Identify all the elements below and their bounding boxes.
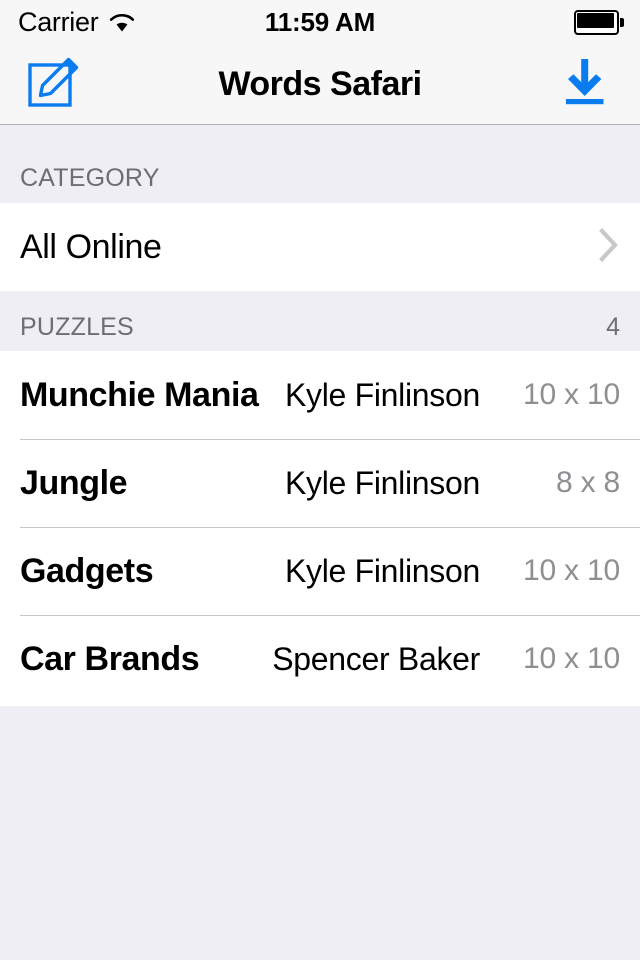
section-header-category: CATEGORY — [0, 125, 640, 203]
status-bar-time: 11:59 AM — [264, 6, 376, 37]
puzzle-author: Kyle Finlinson — [284, 376, 480, 413]
section-header-puzzles: PUZZLES 4 — [0, 291, 640, 351]
navigation-bar: Words Safari — [0, 44, 640, 125]
puzzle-title: Car Brands — [20, 639, 200, 678]
table-row[interactable]: Jungle Kyle Finlinson 8 x 8 — [0, 439, 640, 527]
puzzle-title: Gadgets — [20, 551, 154, 590]
section-header-title: PUZZLES — [20, 313, 134, 341]
puzzle-size: 10 x 10 — [522, 378, 620, 411]
empty-area — [0, 706, 640, 960]
section-header-title: CATEGORY — [20, 164, 160, 192]
puzzle-author: Kyle Finlinson — [284, 464, 480, 501]
puzzle-title: Munchie Mania — [20, 375, 259, 414]
puzzle-size: 8 x 8 — [555, 466, 620, 499]
puzzle-author: Kyle Finlinson — [284, 552, 480, 589]
download-icon — [556, 53, 614, 116]
table-row[interactable]: Gadgets Kyle Finlinson 10 x 10 — [0, 527, 640, 615]
puzzle-title: Jungle — [20, 463, 128, 502]
category-cell-group: All Online — [0, 203, 640, 291]
category-row-label: All Online — [20, 227, 162, 266]
puzzle-size: 10 x 10 — [522, 554, 620, 587]
app-screen: Carrier 11:59 AM Words Safari CATEGORY A… — [0, 0, 640, 960]
puzzle-author: Spencer Baker — [272, 640, 480, 677]
puzzles-cell-group: Munchie Mania Kyle Finlinson 10 x 10 Jun… — [0, 351, 640, 706]
battery-full-icon — [574, 9, 624, 35]
status-bar-right — [574, 0, 624, 44]
table-row[interactable]: Car Brands Spencer Baker 10 x 10 — [0, 615, 640, 703]
status-bar: Carrier 11:59 AM — [0, 0, 640, 44]
table-row[interactable]: Munchie Mania Kyle Finlinson 10 x 10 — [0, 351, 640, 439]
chevron-right-icon — [598, 227, 620, 268]
table-view[interactable]: CATEGORY All Online PUZZLES 4 Munchie Ma… — [0, 125, 640, 960]
puzzle-size: 10 x 10 — [522, 642, 620, 675]
section-header-count: 4 — [606, 313, 620, 341]
category-row-all-online[interactable]: All Online — [0, 203, 640, 291]
download-button[interactable] — [544, 44, 626, 124]
